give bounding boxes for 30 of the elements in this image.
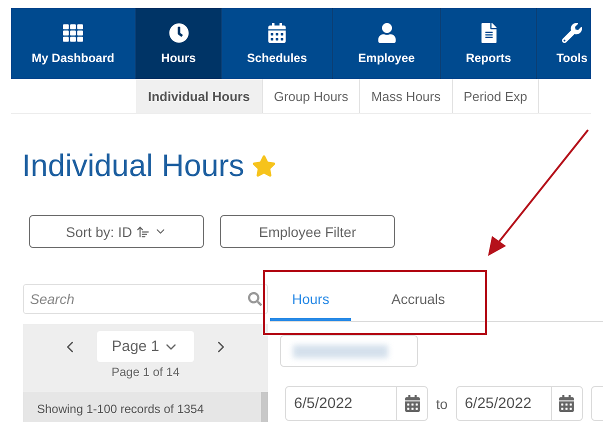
blurred-field[interactable] — [280, 335, 418, 367]
clock-icon — [168, 22, 188, 42]
filter-button[interactable]: Employee Filter — [220, 215, 395, 248]
nav-tab[interactable]: Tools — [537, 8, 591, 79]
search-icon[interactable] — [248, 292, 262, 306]
sub-tab[interactable]: Period Exp — [452, 79, 540, 113]
nav-tab[interactable]: Hours — [136, 8, 222, 79]
search-field[interactable]: Search — [23, 284, 268, 314]
nav-tab[interactable]: Reports — [441, 8, 537, 79]
sort-icon — [136, 224, 150, 238]
wrench-icon — [562, 22, 582, 42]
user-icon — [376, 22, 396, 42]
sub-tab[interactable]: Group Hours — [262, 79, 360, 113]
grid-icon — [63, 22, 83, 42]
document-icon — [478, 22, 498, 42]
range-separator: to — [436, 396, 448, 412]
tab[interactable]: Hours — [270, 291, 352, 321]
star-icon[interactable] — [252, 154, 276, 178]
page-count: Page 1 of 14 — [110, 365, 181, 379]
calendar-icon — [267, 22, 287, 42]
records-count: Showing 1-100 records of 1354 — [23, 392, 268, 422]
page-title: Individual Hours — [22, 148, 244, 184]
sub-tab[interactable]: Individual Hours — [136, 79, 263, 113]
date-field[interactable]: 6/5/2022 — [285, 386, 428, 421]
tab[interactable]: Accruals — [369, 291, 468, 321]
sort-button[interactable]: Sort by: ID — [29, 215, 204, 248]
sub-tab[interactable]: Mass Hours — [360, 79, 453, 113]
date-field[interactable]: 6/25/2022 — [456, 386, 583, 421]
page-select[interactable]: Page 1 — [97, 331, 194, 362]
nav-tab[interactable]: Employee — [333, 8, 441, 79]
